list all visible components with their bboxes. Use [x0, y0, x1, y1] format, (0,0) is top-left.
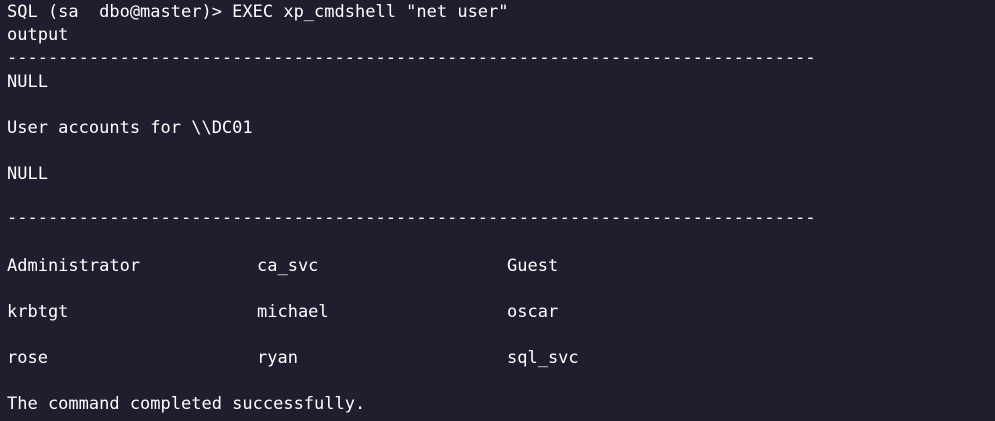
user-name: Administrator: [7, 256, 141, 276]
column-header: output: [7, 25, 69, 45]
user-row: rose ryan sql_svc: [7, 347, 707, 370]
separator-line: ----------------------------------------…: [7, 208, 816, 228]
user-row: Administrator ca_svc Guest: [7, 255, 707, 278]
status-line: The command completed successfully.: [7, 394, 366, 414]
user-row: krbtgt michael oscar: [7, 301, 707, 324]
separator-line: ----------------------------------------…: [7, 48, 816, 68]
command-prompt: SQL (sa dbo@master)> EXEC xp_cmdshell "n…: [7, 2, 509, 22]
accounts-line: User accounts for \\DC01: [7, 118, 253, 138]
user-name: ryan: [257, 348, 298, 368]
null-line: NULL: [7, 72, 48, 92]
null-line: NULL: [7, 164, 48, 184]
user-name: oscar: [507, 302, 559, 322]
terminal-window[interactable]: SQL (sa dbo@master)> EXEC xp_cmdshell "n…: [0, 0, 995, 421]
user-name: michael: [257, 302, 329, 322]
user-name: sql_svc: [507, 348, 579, 368]
user-name: Guest: [507, 256, 559, 276]
user-name: krbtgt: [7, 302, 69, 322]
user-name: ca_svc: [257, 256, 319, 276]
user-name: rose: [7, 348, 48, 368]
